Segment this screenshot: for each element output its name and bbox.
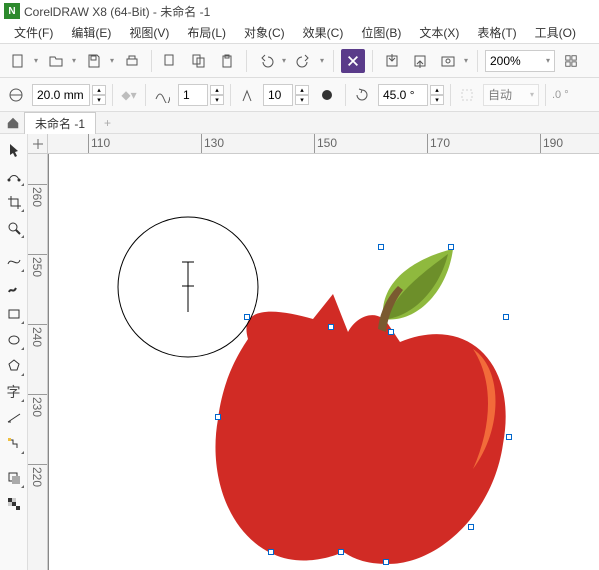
selection-handle[interactable] xyxy=(468,524,474,530)
home-tab-icon[interactable] xyxy=(4,114,22,132)
menu-layout[interactable]: 布局(L) xyxy=(179,21,234,44)
canvas-area: 110 130 150 170 190 260 250 240 230 220 xyxy=(28,134,599,570)
crop-tool[interactable] xyxy=(2,190,26,214)
redo-button[interactable] xyxy=(292,49,326,73)
rotation-field[interactable]: ▴▾ xyxy=(378,84,444,106)
publish-button[interactable] xyxy=(436,49,470,73)
window-title: CorelDRAW X8 (64-Bit) - 未命名 -1 xyxy=(24,3,210,20)
document-tab[interactable]: 未命名 -1 xyxy=(24,112,96,134)
copy-button[interactable] xyxy=(187,49,211,73)
menu-view[interactable]: 视图(V) xyxy=(121,21,177,44)
smoothing-icon xyxy=(152,85,172,105)
smoothing-field[interactable]: ▴▾ xyxy=(178,84,224,106)
standard-toolbar: 200% xyxy=(0,44,599,78)
menu-bar: 文件(F) 编辑(E) 视图(V) 布局(L) 对象(C) 效果(C) 位图(B… xyxy=(0,22,599,44)
nib-size-icon xyxy=(237,85,257,105)
search-button[interactable] xyxy=(341,49,365,73)
text-tool[interactable]: 字 xyxy=(2,380,26,404)
auto-dropdown[interactable]: 自动 xyxy=(483,84,539,106)
selection-handle[interactable] xyxy=(328,324,334,330)
ellipse-tool[interactable] xyxy=(2,328,26,352)
print-button[interactable] xyxy=(120,49,144,73)
outline-width-field[interactable]: ▴▾ xyxy=(32,84,106,106)
paste-button[interactable] xyxy=(215,49,239,73)
nib-shape-icon[interactable]: ◆▾ xyxy=(119,85,139,105)
menu-table[interactable]: 表格(T) xyxy=(469,21,524,44)
workspace: 字 110 130 150 170 190 260 250 240 230 22… xyxy=(0,134,599,570)
selection-handle[interactable] xyxy=(506,434,512,440)
selection-handle[interactable] xyxy=(338,549,344,555)
selection-handle[interactable] xyxy=(383,559,389,565)
selection-handle[interactable] xyxy=(448,244,454,250)
selection-handle[interactable] xyxy=(244,314,250,320)
selection-handle[interactable] xyxy=(503,314,509,320)
rotation-icon xyxy=(352,85,372,105)
new-button[interactable] xyxy=(6,49,40,73)
horizontal-ruler[interactable]: 110 130 150 170 190 xyxy=(48,134,599,154)
parallel-dimension-tool[interactable] xyxy=(2,406,26,430)
app-icon: N xyxy=(4,3,20,19)
spin-up[interactable]: ▴ xyxy=(92,85,106,95)
ruler-origin[interactable] xyxy=(28,134,48,154)
export-button[interactable] xyxy=(408,49,432,73)
add-tab-button[interactable]: + xyxy=(98,114,117,132)
selection-handle[interactable] xyxy=(215,414,221,420)
menu-edit[interactable]: 编辑(E) xyxy=(63,21,119,44)
nib-size-input[interactable] xyxy=(263,84,293,106)
menu-text[interactable]: 文本(X) xyxy=(411,21,467,44)
transparency-tool[interactable] xyxy=(2,492,26,516)
open-button[interactable] xyxy=(44,49,78,73)
menu-tools[interactable]: 工具(O) xyxy=(527,21,584,44)
artwork xyxy=(48,154,599,570)
bounds-icon[interactable] xyxy=(457,85,477,105)
smoothing-input[interactable] xyxy=(178,84,208,106)
zoom-level-input[interactable]: 200% xyxy=(485,50,555,72)
zoom-more-button[interactable] xyxy=(559,49,583,73)
zoom-tool[interactable] xyxy=(2,216,26,240)
outline-width-input[interactable] xyxy=(32,84,90,106)
save-button[interactable] xyxy=(82,49,116,73)
property-bar: ▴▾ ◆▾ ▴▾ ▴▾ ▴▾ 自动 .0 ° xyxy=(0,78,599,112)
undo-button[interactable] xyxy=(254,49,288,73)
pick-tool[interactable] xyxy=(2,138,26,162)
decimal-label: .0 ° xyxy=(552,89,569,101)
drop-shadow-tool[interactable] xyxy=(2,466,26,490)
rectangle-tool[interactable] xyxy=(2,302,26,326)
connector-tool[interactable] xyxy=(2,432,26,456)
title-bar: N CorelDRAW X8 (64-Bit) - 未命名 -1 xyxy=(0,0,599,22)
cut-button[interactable] xyxy=(159,49,183,73)
nib-preset-button[interactable] xyxy=(315,83,339,107)
zoom-value: 200% xyxy=(490,54,521,68)
import-button[interactable] xyxy=(380,49,404,73)
spin-down[interactable]: ▾ xyxy=(92,95,106,105)
document-tab-bar: 未命名 -1 + xyxy=(0,112,599,134)
vertical-ruler[interactable]: 260 250 240 230 220 xyxy=(28,154,48,570)
selection-handle[interactable] xyxy=(388,329,394,335)
shape-tool[interactable] xyxy=(2,164,26,188)
artistic-media-tool[interactable] xyxy=(2,276,26,300)
selection-handle[interactable] xyxy=(268,549,274,555)
apple-shape xyxy=(215,294,505,564)
nib-size-field[interactable]: ▴▾ xyxy=(263,84,309,106)
rotation-input[interactable] xyxy=(378,84,428,106)
drawing-canvas[interactable] xyxy=(48,154,599,570)
toolbox: 字 xyxy=(0,134,28,570)
menu-object[interactable]: 对象(C) xyxy=(236,21,293,44)
menu-effects[interactable]: 效果(C) xyxy=(295,21,352,44)
menu-file[interactable]: 文件(F) xyxy=(6,21,61,44)
freehand-tool[interactable] xyxy=(2,250,26,274)
selection-handle[interactable] xyxy=(378,244,384,250)
polygon-tool[interactable] xyxy=(2,354,26,378)
menu-bitmap[interactable]: 位图(B) xyxy=(353,21,409,44)
outline-width-icon xyxy=(6,85,26,105)
